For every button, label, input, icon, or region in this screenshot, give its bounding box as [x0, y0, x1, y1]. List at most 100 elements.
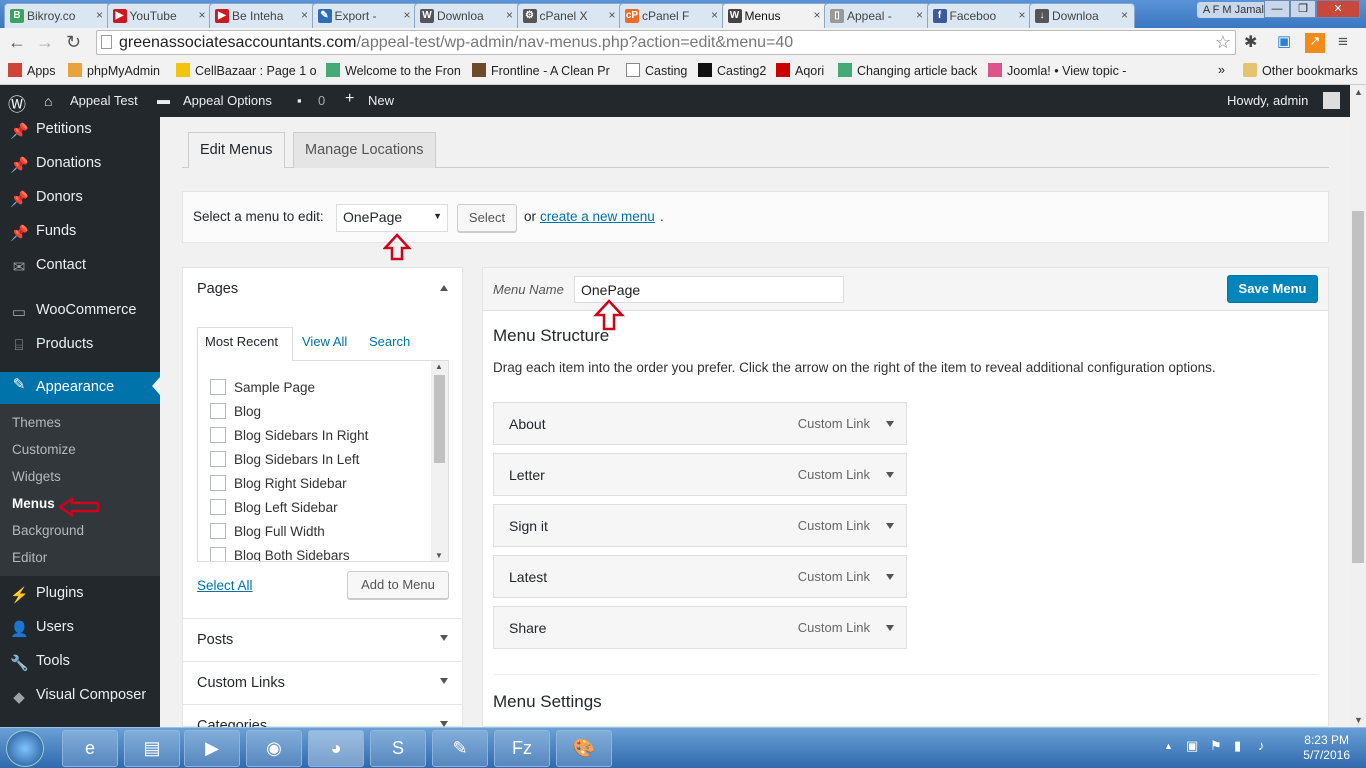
start-button[interactable] [6, 730, 44, 767]
close-tab-icon[interactable]: × [813, 8, 820, 22]
sidebar-item-appearance[interactable]: ✎ Appearance [0, 372, 160, 406]
sidebar-item-tools[interactable]: 🔧 Tools [0, 651, 160, 685]
sidebar-item-petitions[interactable]: 📌 Petitions [0, 119, 160, 153]
sidebar-item-funds[interactable]: 📌 Funds [0, 221, 160, 255]
menu-item[interactable]: About Custom Link [493, 402, 907, 445]
bookmark-item[interactable]: Casting2 [698, 63, 766, 78]
close-tab-icon[interactable]: × [916, 8, 923, 22]
page-checkbox[interactable] [210, 499, 226, 515]
close-tab-icon[interactable]: × [198, 8, 205, 22]
browser-tab[interactable]: ▯ Appeal - × [824, 3, 930, 28]
save-menu-button[interactable]: Save Menu [1227, 275, 1318, 303]
page-checkbox[interactable] [210, 523, 226, 539]
new-link[interactable]: New [368, 93, 394, 108]
page-checkbox[interactable] [210, 451, 226, 467]
menu-icon[interactable]: ≡ [1338, 32, 1348, 52]
tab-manage-locations[interactable]: Manage Locations [293, 132, 436, 168]
extension-icon[interactable]: ▣ [1277, 32, 1291, 50]
browser-tab[interactable]: f Faceboo × [926, 3, 1033, 28]
menu-item[interactable]: Latest Custom Link [493, 555, 907, 598]
page-checkbox[interactable] [210, 403, 226, 419]
sidebar-item-users[interactable]: 👤 Users [0, 617, 160, 651]
extension-icon[interactable]: ↗ [1305, 33, 1325, 53]
close-tab-icon[interactable]: × [96, 8, 103, 22]
volume-icon[interactable]: ♪ [1258, 738, 1265, 753]
filezilla-icon[interactable]: Fz [494, 730, 550, 767]
close-window-button[interactable]: ✕ [1316, 0, 1360, 18]
sidebar-item-products[interactable]: ⌸ Products [0, 334, 160, 368]
collapse-arrow-icon[interactable] [440, 285, 448, 291]
browser-tab[interactable]: B Bikroy.co × [4, 3, 110, 28]
accordion-posts[interactable]: Posts [183, 618, 462, 661]
other-bookmarks[interactable]: Other bookmarks [1243, 63, 1358, 78]
close-tab-icon[interactable]: × [711, 8, 718, 22]
wordpress-logo-icon[interactable]: Ⓦ [8, 91, 26, 117]
appeal-options-link[interactable]: Appeal Options [183, 93, 272, 108]
browser-tab[interactable]: ▶ Be Inteha × [209, 3, 315, 28]
tab-search[interactable]: Search [369, 334, 410, 349]
system-clock[interactable]: 8:23 PM 5/7/2016 [1303, 733, 1350, 763]
skype-icon[interactable]: S [370, 730, 426, 767]
submenu-background[interactable]: Background [12, 523, 84, 538]
expand-arrow-icon[interactable] [886, 523, 894, 529]
browser-tab[interactable]: ▶ YouTube × [106, 3, 213, 28]
back-icon[interactable]: ← [8, 32, 26, 53]
tray-icon[interactable]: ▣ [1186, 738, 1198, 754]
menu-item[interactable]: Letter Custom Link [493, 453, 907, 496]
tab-view-all[interactable]: View All [302, 334, 347, 349]
menu-item[interactable]: Share Custom Link [493, 606, 907, 649]
close-tab-icon[interactable]: × [506, 8, 513, 22]
address-bar[interactable]: greenassociatesaccountants.com/appeal-te… [96, 30, 1236, 55]
star-icon[interactable]: ☆ [1215, 32, 1231, 53]
chrome-icon[interactable]: ◉ [246, 730, 302, 767]
page-checkbox[interactable] [210, 547, 226, 561]
close-tab-icon[interactable]: × [1018, 8, 1025, 22]
browser-tab[interactable]: W Menus × [721, 3, 828, 28]
page-checkbox[interactable] [210, 475, 226, 491]
browser-tab[interactable]: ⚙ cPanel X × [516, 3, 623, 28]
page-checkbox[interactable] [210, 427, 226, 443]
comment-count[interactable]: 0 [318, 93, 325, 108]
minimize-button[interactable]: — [1264, 0, 1290, 18]
expand-arrow-icon[interactable] [886, 421, 894, 427]
accordion-custom-links[interactable]: Custom Links [183, 661, 462, 704]
site-name-link[interactable]: Appeal Test [70, 93, 138, 108]
firefox-icon[interactable]: ◕ [308, 730, 364, 767]
sidebar-item-contact[interactable]: ✉ Contact [0, 255, 160, 289]
internet-explorer-icon[interactable]: e [62, 730, 118, 767]
bookmark-item[interactable]: Casting [626, 63, 687, 78]
submenu-widgets[interactable]: Widgets [12, 469, 61, 484]
chevron-right-icon[interactable]: » [1218, 63, 1225, 77]
sidebar-item-visual-composer[interactable]: ◆ Visual Composer [0, 685, 160, 719]
tray-expand-icon[interactable]: ▲ [1164, 741, 1173, 751]
browser-tab[interactable]: cP cPanel F × [619, 3, 725, 28]
select-button[interactable]: Select [457, 204, 517, 232]
page-checkbox[interactable] [210, 379, 226, 395]
sidebar-item-plugins[interactable]: ⚡ Plugins [0, 583, 160, 617]
bookmark-item[interactable]: Changing article back [838, 63, 977, 78]
flag-icon[interactable]: ⚑ [1210, 738, 1222, 754]
expand-arrow-icon[interactable] [886, 472, 894, 478]
expand-arrow-icon[interactable] [886, 574, 894, 580]
sidebar-item-donations[interactable]: 📌 Donations [0, 153, 160, 187]
bookmark-item[interactable]: Welcome to the Front [326, 63, 461, 78]
maximize-button[interactable]: ❐ [1290, 0, 1316, 18]
media-player-icon[interactable]: ▶ [184, 730, 240, 767]
close-tab-icon[interactable]: × [608, 8, 615, 22]
sidebar-item-woocommerce[interactable]: ▭ WooCommerce [0, 300, 160, 334]
bookmark-item[interactable]: CellBazaar : Page 1 of [176, 63, 316, 78]
bookmark-item[interactable]: Aqori [776, 63, 824, 78]
close-tab-icon[interactable]: × [301, 8, 308, 22]
browser-tab[interactable]: ✎ Export - × [311, 3, 418, 28]
comment-icon[interactable]: ▪ [297, 93, 302, 108]
extension-icon[interactable]: ✱ [1244, 32, 1257, 52]
bookmark-item[interactable]: phpMyAdmin [68, 63, 160, 78]
submenu-customize[interactable]: Customize [12, 442, 76, 457]
scrollbar[interactable]: ▲ ▼ [431, 361, 448, 561]
browser-tab[interactable]: ↓ Downloa × [1029, 3, 1135, 28]
expand-arrow-icon[interactable] [886, 625, 894, 631]
paint-icon[interactable]: 🎨 [556, 730, 612, 767]
add-to-menu-button[interactable]: Add to Menu [347, 571, 449, 599]
notepad-icon[interactable]: ✎ [432, 730, 488, 767]
submenu-themes[interactable]: Themes [12, 415, 61, 430]
